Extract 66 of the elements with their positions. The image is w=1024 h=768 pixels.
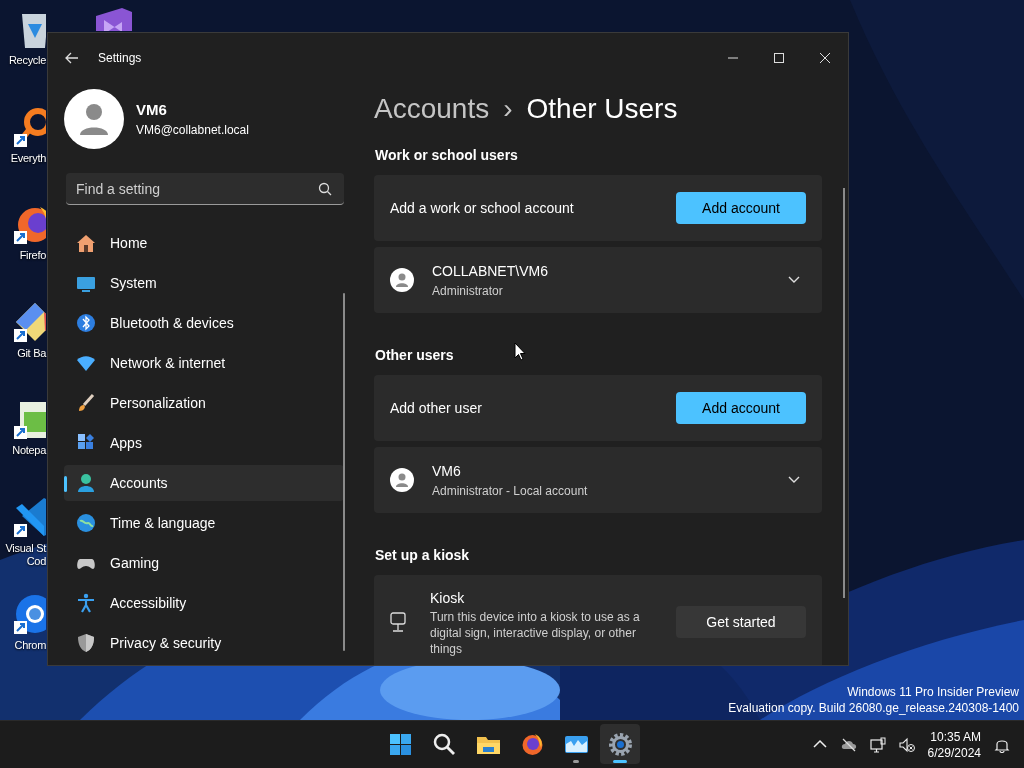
setting-label: Add other user xyxy=(390,398,482,418)
nav-item[interactable]: Apps xyxy=(64,425,344,461)
user-name: VM6 xyxy=(432,461,462,481)
search-field[interactable]: Find a setting xyxy=(66,173,344,205)
nav-item[interactable]: Accounts xyxy=(64,465,344,501)
watermark-text: Evaluation copy. Build 26080.ge_release.240308-1400 xyxy=(728,700,1019,716)
time-icon xyxy=(76,513,96,533)
watermark-text: Windows 11 Pro Insider Preview xyxy=(846,684,1019,700)
privacy-icon xyxy=(76,633,96,653)
window-title: Settings xyxy=(98,50,142,67)
user-name: COLLABNET\VM6 xyxy=(432,261,548,281)
search-icon xyxy=(318,182,332,196)
user-email: VM6@collabnet.local xyxy=(136,122,249,140)
nav-item[interactable]: System xyxy=(64,265,344,301)
close-icon xyxy=(819,52,831,64)
kiosk-icon xyxy=(390,612,406,632)
chevron-icon xyxy=(788,476,800,484)
get-started-button[interactable]: Get started xyxy=(676,606,806,638)
accessibility-icon xyxy=(76,593,96,613)
section-heading: Set up a kiosk xyxy=(375,546,470,565)
nav-item[interactable]: Accessibility xyxy=(64,585,344,621)
add-account-button[interactable]: Add account xyxy=(676,392,806,424)
clock[interactable]: 10:35 AM 6/29/2024 xyxy=(927,728,981,761)
setting-label: Add a work or school account xyxy=(390,198,574,218)
chevron-icon xyxy=(788,276,800,284)
setting-description: Turn this device into a kiosk to use as a digital sign, interactive display, or other things xyxy=(430,608,641,657)
accounts-icon xyxy=(76,473,96,493)
icon-label: Git Ba xyxy=(17,346,46,360)
icon-label: Firefo xyxy=(19,249,46,262)
personalization-icon xyxy=(76,393,96,413)
setting-title: Kiosk xyxy=(430,588,466,608)
nav-item[interactable]: Gaming xyxy=(64,545,344,581)
maximize-icon xyxy=(774,53,784,63)
icon-label: Cod xyxy=(26,554,46,568)
four-squares-icon xyxy=(387,731,413,757)
add-account-button[interactable]: Add account xyxy=(676,192,806,224)
nav-item[interactable]: Network & internet xyxy=(64,345,344,381)
section-heading: Other users xyxy=(375,346,454,365)
user-role: Administrator xyxy=(432,282,504,300)
breadcrumb-separator: › xyxy=(503,92,513,126)
taskbar-app[interactable] xyxy=(600,724,640,764)
cloud-icon[interactable] xyxy=(840,736,857,753)
avatar xyxy=(64,89,124,149)
cursor-icon xyxy=(514,342,526,361)
bluetooth-icon xyxy=(76,313,96,333)
user-name: VM6 xyxy=(136,99,168,120)
speaker-muted-icon[interactable] xyxy=(898,736,915,753)
home-icon xyxy=(76,233,96,253)
network-icon xyxy=(76,353,96,373)
nav-item[interactable]: Personalization xyxy=(64,385,344,421)
avatar xyxy=(390,468,414,492)
gear-icon xyxy=(607,731,633,757)
icon-label: Visual St xyxy=(5,541,46,555)
section-heading: Work or school users xyxy=(375,146,518,165)
page-title: Other Users xyxy=(526,92,678,126)
icon-label: Everyth xyxy=(10,151,46,165)
icon-label: Recycle xyxy=(8,54,46,67)
network-icon[interactable] xyxy=(869,736,886,753)
user-role: Administrator - Local account xyxy=(432,482,588,500)
breadcrumb-link[interactable]: Accounts xyxy=(374,91,490,127)
search-icon xyxy=(431,731,457,757)
avatar xyxy=(390,268,414,292)
icon-label: Chrom xyxy=(14,639,46,652)
back-icon[interactable] xyxy=(64,50,80,66)
icon-label: Notepa xyxy=(12,444,46,457)
nav-item[interactable]: Home xyxy=(64,225,344,261)
